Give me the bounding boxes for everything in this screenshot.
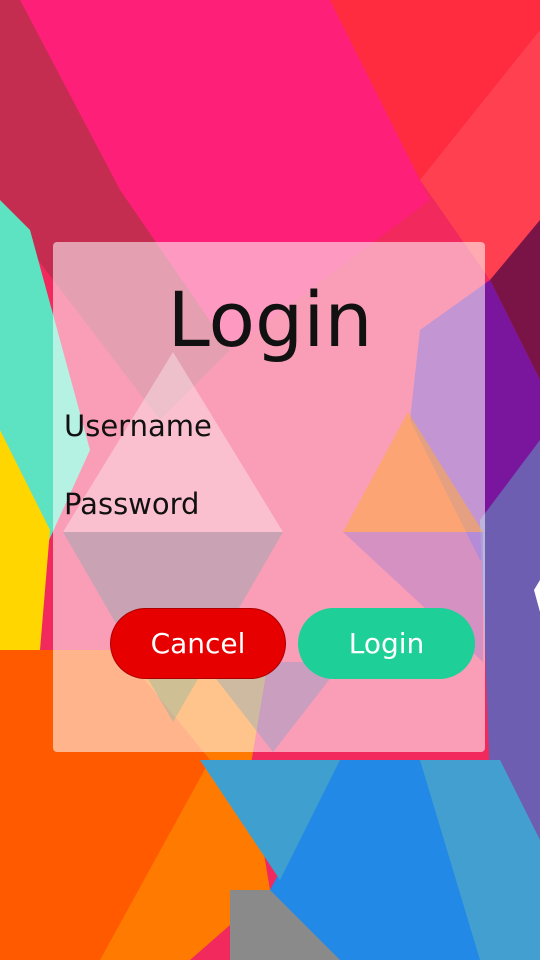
username-label: Username — [64, 409, 212, 443]
login-button[interactable]: Login — [298, 608, 475, 679]
cancel-button[interactable]: Cancel — [110, 608, 286, 679]
password-label: Password — [64, 487, 200, 521]
page-title: Login — [167, 275, 373, 364]
login-screen: Login Username Password Cancel Login — [0, 0, 540, 960]
